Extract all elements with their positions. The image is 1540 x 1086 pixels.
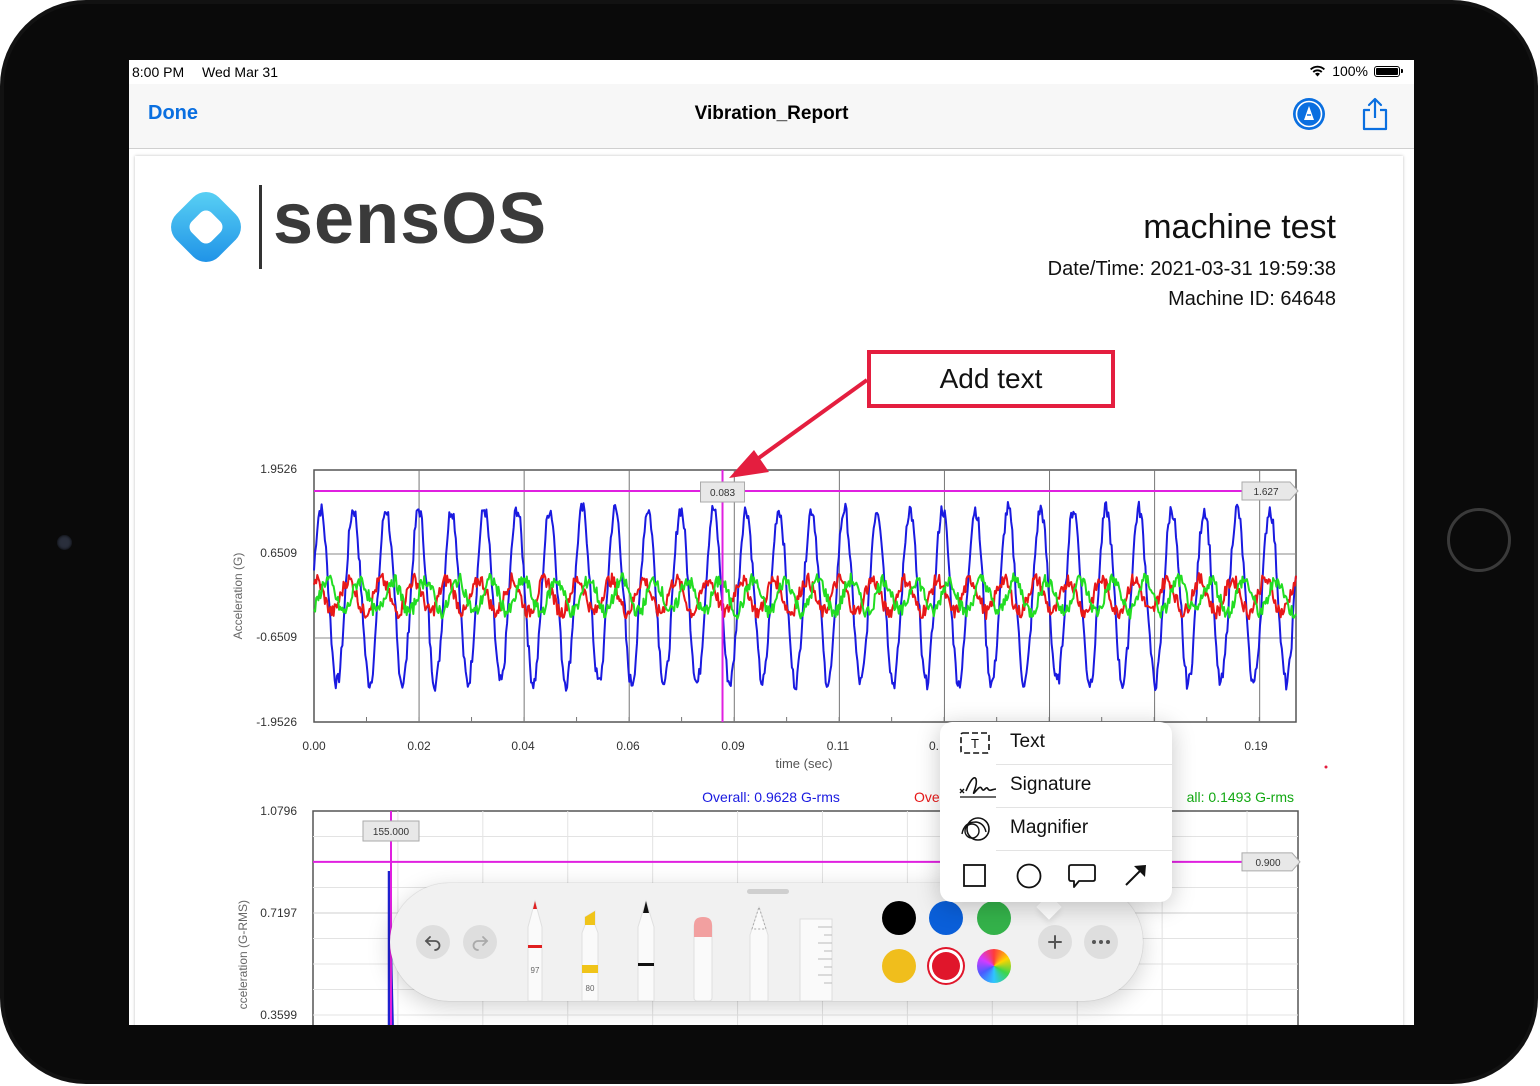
menu-item-signature[interactable]: Signature (940, 765, 1172, 808)
color-green[interactable] (977, 901, 1011, 935)
pen-tool-band (528, 945, 542, 948)
ellipsis-icon (1092, 940, 1110, 944)
marker-tool-size: 80 (586, 984, 595, 993)
charts-canvas: 0.083 1.627 1.9526 0.6509 -0.6509 -1.9526… (231, 378, 1328, 1025)
chart1-xtick-0: 0.00 (302, 739, 326, 753)
menu-item-magnifier-label: Magnifier (1010, 817, 1089, 838)
annotation-arrow-line (747, 378, 869, 467)
chart2-ytick-0: 1.0796 (260, 804, 297, 818)
circle-shape-icon[interactable] (1015, 862, 1043, 890)
marker-tool-tip (585, 911, 595, 925)
front-camera (57, 535, 72, 550)
square-shape-icon[interactable] (962, 862, 988, 888)
chart2-ylabel: cceleration (G-RMS) (236, 900, 250, 1009)
color-black[interactable] (882, 901, 916, 935)
chart1-cursor-x-label: 0.083 (710, 488, 735, 499)
chart1-xtick-1: 0.02 (407, 739, 431, 753)
menu-divider (996, 850, 1172, 851)
speech-bubble-icon[interactable] (1067, 862, 1097, 890)
toolbar-grabber[interactable] (747, 889, 789, 894)
chart1-ytick-0: 1.9526 (260, 462, 297, 476)
chart2-cursor-y-label: 0.900 (1255, 858, 1280, 869)
menu-item-text[interactable]: T Text (940, 722, 1172, 765)
chart1-ytick-1: 0.6509 (260, 546, 297, 560)
chart1-xtick-2: 0.04 (511, 739, 535, 753)
chart1-xlabel: time (sec) (775, 756, 832, 771)
svg-text:T: T (971, 736, 979, 751)
drawing-tools: 97 80 (527, 899, 833, 1001)
signature-icon (959, 776, 997, 798)
chart1-cursor-y-label: 1.627 (1253, 487, 1278, 498)
chart2-ytick-2: 0.3599 (260, 1008, 297, 1022)
chart1-plot-area (313, 469, 1297, 723)
pencil-tool-band (638, 963, 654, 966)
pen-tool-size: 97 (531, 966, 540, 975)
chart1-xtick-6: 0. (929, 739, 939, 753)
add-button[interactable] (1038, 925, 1072, 959)
arrow-shape-icon[interactable] (1123, 862, 1149, 888)
chart2-cursor-x-label: 155.000 (373, 827, 410, 838)
eraser-tool-tip (694, 917, 712, 937)
color-blue[interactable] (929, 901, 963, 935)
annotation-dot (1324, 765, 1328, 769)
marker-tool-band (582, 965, 598, 973)
undo-button[interactable] (416, 925, 450, 959)
lasso-tool[interactable] (749, 905, 769, 1001)
eraser-tool[interactable] (693, 917, 713, 1001)
undo-icon (424, 936, 441, 951)
marker-tool[interactable]: 80 (581, 910, 599, 1001)
chart2-ytick-1: 0.7197 (260, 906, 297, 920)
plus-icon (1048, 935, 1062, 949)
text-box-icon: T (960, 732, 990, 754)
menu-item-magnifier[interactable]: Magnifier (940, 808, 1172, 851)
chart1-ylabel: Acceleration (G) (231, 553, 245, 640)
chart1-xtick-4: 0.09 (721, 739, 745, 753)
home-button[interactable] (1447, 508, 1511, 572)
chart1-ytick-2: -0.6509 (256, 630, 297, 644)
chart1-legend-blue: Overall: 0.9628 G-rms (702, 789, 840, 805)
annotation-text-box[interactable]: Add text (867, 350, 1115, 408)
pencil-tool[interactable] (637, 899, 655, 1001)
screen: 8:00 PM Wed Mar 31 100% Done Vibration_R… (129, 60, 1414, 1025)
menu-item-text-label: Text (1010, 731, 1045, 752)
redo-button[interactable] (463, 925, 497, 959)
color-picker-wheel[interactable] (977, 949, 1011, 983)
chart1-xtick-5: 0.11 (827, 739, 850, 753)
more-button[interactable] (1084, 925, 1118, 959)
chart1-xtick-7: 0.19 (1244, 739, 1268, 753)
menu-item-signature-label: Signature (1010, 774, 1092, 795)
ruler-tool[interactable] (799, 918, 833, 1001)
chart1-legend-green: all: 0.1493 G-rms (1187, 789, 1294, 805)
pen-tool[interactable]: 97 (527, 899, 543, 1001)
chart1-ytick-3: -1.9526 (256, 715, 297, 729)
color-yellow[interactable] (882, 949, 916, 983)
chart1-legend-red: Ove (914, 789, 940, 805)
color-red-selected[interactable] (929, 949, 963, 983)
redo-icon (472, 936, 489, 951)
magnifier-icon (961, 817, 990, 841)
add-menu-popover: T Text Signature Magnifier (940, 722, 1172, 902)
chart1-xtick-3: 0.06 (616, 739, 640, 753)
